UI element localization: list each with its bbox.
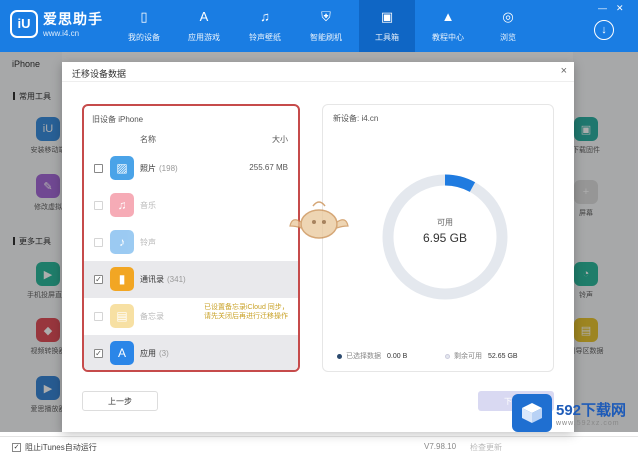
nav-tab-label: 工具箱 xyxy=(375,33,399,42)
nav-tab-label: 铃声壁纸 xyxy=(249,33,281,42)
nav-tab-label: 应用游戏 xyxy=(188,33,220,42)
row-name-text: 照片 xyxy=(140,164,156,173)
nav-tab-6[interactable]: ◎ 浏览 xyxy=(480,0,536,52)
row-warning-note: 已设置备忘录iCloud 同步，请先关闭后再进行迁移操作 xyxy=(204,304,289,320)
check-update-link[interactable]: 检查更新 xyxy=(470,442,502,453)
storage-value: 6.95 GB xyxy=(422,231,468,245)
legend-selected: 已选择数据 0.00 B xyxy=(337,351,407,361)
data-type-row[interactable]: ♪ 铃声 xyxy=(84,224,298,261)
legend-selected-label: 已选择数据 xyxy=(346,353,381,360)
row-name: 铃声 xyxy=(140,237,159,248)
nav-tab-0[interactable]: ▯ 我的设备 xyxy=(116,0,172,52)
logo-mark-icon: iU xyxy=(10,9,38,38)
itunes-checkbox[interactable]: ✓ xyxy=(12,443,21,452)
row-checkbox[interactable] xyxy=(94,312,103,321)
target-device-label: 新设备: i4.cn xyxy=(333,114,379,123)
music-icon: ♫ xyxy=(110,193,134,217)
row-name: 备忘录 xyxy=(140,311,167,322)
nav-tab-1[interactable]: A 应用游戏 xyxy=(176,0,232,52)
row-checkbox[interactable]: ✓ xyxy=(94,275,103,284)
row-count: (198) xyxy=(159,164,178,173)
row-checkbox[interactable] xyxy=(94,238,103,247)
column-header-name: 名称 xyxy=(140,135,156,144)
graduation-cap-icon: ▲ xyxy=(441,9,455,24)
itunes-label: 阻止iTunes自动运行 xyxy=(25,443,97,452)
legend-available: 剩余可用 52.65 GB xyxy=(445,351,518,361)
row-name: 通讯录 (341) xyxy=(140,274,186,285)
status-bar: ✓ 阻止iTunes自动运行 V7.98.10 检查更新 xyxy=(0,436,638,458)
toolbox-icon: ▣ xyxy=(380,9,394,24)
watermark-domain: www.592xz.com xyxy=(556,420,620,427)
legend-available-dot xyxy=(445,353,450,359)
legend-available-label: 剩余可用 xyxy=(454,353,482,360)
legend-available-value: 52.65 GB xyxy=(488,352,518,360)
appstore-icon: A xyxy=(110,341,134,365)
watermark-bird-icon xyxy=(289,201,349,239)
wallpaper-icon: ♫ xyxy=(260,9,270,24)
row-size: 255.67 MB xyxy=(249,163,288,172)
previous-step-button[interactable]: 上一步 xyxy=(82,391,158,411)
nav-tab-5[interactable]: ▲ 教程中心 xyxy=(420,0,476,52)
download-manager-icon[interactable]: ↓ xyxy=(594,20,614,40)
row-count: (341) xyxy=(167,275,186,284)
watermark-cube-icon xyxy=(512,394,552,432)
data-type-row[interactable]: ▤ 备忘录 已设置备忘录iCloud 同步，请先关闭后再进行迁移操作 xyxy=(84,298,298,335)
row-name: 照片 (198) xyxy=(140,163,178,174)
top-navigation-bar: iU 爱思助手 www.i4.cn ▯ 我的设备 A 应用游戏 ♫ 铃声壁纸 ⛨ 智能刷机 ▣ 工… xyxy=(0,0,638,52)
column-header-size: 大小 xyxy=(272,135,288,144)
row-name: 音乐 xyxy=(140,200,159,211)
legend-selected-dot xyxy=(337,353,342,359)
nav-tab-label: 教程中心 xyxy=(432,33,464,42)
minimize-icon[interactable]: — xyxy=(598,3,607,13)
legend-selected-value: 0.00 B xyxy=(387,352,408,360)
notes-icon: ▤ xyxy=(110,304,134,328)
compass-icon: ◎ xyxy=(502,9,514,24)
row-checkbox[interactable] xyxy=(94,201,103,210)
data-type-row[interactable]: ✓ A 应用 (3) xyxy=(84,335,298,370)
contacts-icon: ▮ xyxy=(110,267,134,291)
nav-tab-label: 浏览 xyxy=(500,33,516,42)
version-text: V7.98.10 xyxy=(424,442,457,451)
nav-tab-4[interactable]: ▣ 工具箱 xyxy=(359,0,415,52)
data-type-row[interactable]: ▨ 照片 (198) 255.67 MB xyxy=(84,150,298,187)
row-name-text: 音乐 xyxy=(140,201,156,210)
photos-icon: ▨ xyxy=(110,156,134,180)
app-url: www.i4.cn xyxy=(43,29,80,38)
nav-tab-2[interactable]: ♫ 铃声壁纸 xyxy=(237,0,293,52)
source-device-panel: 旧设备 iPhone 名称 大小 ▨ 照片 (198) 255.67 MB ♫ 音乐 ♪ 铃声… xyxy=(82,104,300,372)
app-name: 爱思助手 xyxy=(43,11,103,27)
row-name-text: 铃声 xyxy=(140,238,156,247)
nav-tab-label: 智能刷机 xyxy=(310,33,342,42)
watermark-badge: 592下载网 www.592xz.com xyxy=(512,394,626,432)
row-name: 应用 (3) xyxy=(140,348,169,359)
row-count: (3) xyxy=(159,349,169,358)
row-checkbox[interactable] xyxy=(94,164,103,173)
bell-icon: ♪ xyxy=(110,230,134,254)
phone-icon: ▯ xyxy=(140,9,148,24)
appstore-icon: A xyxy=(199,9,209,24)
storage-label: 可用 xyxy=(437,218,453,227)
nav-tab-label: 我的设备 xyxy=(128,33,160,42)
dialog-title: 迁移设备数据 xyxy=(72,69,127,79)
watermark-brand: 592下载网 xyxy=(556,402,627,419)
row-name-text: 应用 xyxy=(140,349,156,358)
data-type-row[interactable]: ♫ 音乐 xyxy=(84,187,298,224)
close-icon[interactable]: × xyxy=(561,65,567,77)
source-device-label: 旧设备 iPhone xyxy=(92,115,144,124)
row-name-text: 通讯录 xyxy=(140,275,164,284)
target-device-panel: 新设备: i4.cn 可用 6.95 GB 已选择数据 0.00 B 剩余可用 … xyxy=(322,104,554,372)
data-type-row[interactable]: ✓ ▮ 通讯录 (341) xyxy=(84,261,298,298)
row-checkbox[interactable]: ✓ xyxy=(94,349,103,358)
nav-tab-3[interactable]: ⛨ 智能刷机 xyxy=(298,0,354,52)
close-window-icon[interactable]: ✕ xyxy=(616,3,624,14)
migrate-data-dialog: 迁移设备数据 × 旧设备 iPhone 名称 大小 ▨ 照片 (198) 255.67… xyxy=(62,62,574,432)
shield-icon: ⛨ xyxy=(321,9,331,24)
app-logo: iU 爱思助手 www.i4.cn xyxy=(10,9,103,38)
row-name-text: 备忘录 xyxy=(140,312,164,321)
